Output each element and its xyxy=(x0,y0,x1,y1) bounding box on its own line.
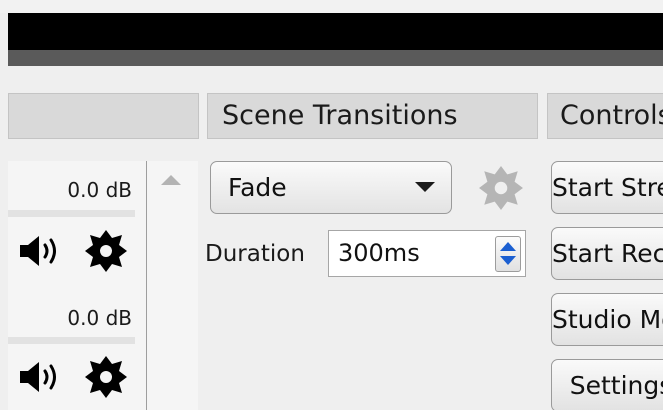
duration-value: 300ms xyxy=(338,239,420,267)
transition-select[interactable]: Fade xyxy=(210,161,452,214)
transitions-dock-title: Scene Transitions xyxy=(222,100,458,131)
gear-icon[interactable] xyxy=(82,353,130,401)
transition-properties-gear-icon[interactable] xyxy=(478,165,524,215)
controls-dock-title: Controls xyxy=(560,100,663,131)
gear-icon[interactable] xyxy=(82,227,130,275)
speaker-icon[interactable] xyxy=(16,231,64,271)
spin-down-arrow-icon[interactable] xyxy=(500,256,516,265)
app-window: Scene Transitions Controls 0.0 dB 0.0 dB… xyxy=(0,0,663,410)
channel-2-volume-meter[interactable] xyxy=(8,337,135,344)
spin-up-arrow-icon[interactable] xyxy=(500,242,516,251)
transitions-dock-header[interactable]: Scene Transitions xyxy=(207,93,538,139)
speaker-icon[interactable] xyxy=(16,357,64,397)
duration-label: Duration xyxy=(205,241,305,267)
settings-button[interactable]: Settings xyxy=(551,359,663,410)
duration-spinbox[interactable]: 300ms xyxy=(328,230,526,277)
channel-1-volume-meter[interactable] xyxy=(8,210,135,217)
scene-transitions-panel: Fade Duration 300ms xyxy=(205,161,537,410)
start-recording-button[interactable]: Start Recording xyxy=(551,227,663,280)
duration-stepper[interactable] xyxy=(495,236,521,272)
controls-panel: Start Streaming Start Recording Studio M… xyxy=(551,161,663,410)
studio-mode-button[interactable]: Studio Mode xyxy=(551,293,663,346)
start-streaming-button[interactable]: Start Streaming xyxy=(551,161,663,214)
channel-2-level: 0.0 dB xyxy=(67,306,132,330)
menu-bar xyxy=(8,50,663,66)
controls-dock-header[interactable]: Controls xyxy=(547,93,663,139)
desktop-strip xyxy=(0,0,663,13)
channel-1-level: 0.0 dB xyxy=(67,178,132,202)
chevron-down-icon xyxy=(415,182,435,192)
title-bar xyxy=(8,13,663,50)
mixer-dock-header[interactable] xyxy=(8,93,199,139)
mixer-channels: 0.0 dB 0.0 dB xyxy=(8,161,147,410)
mixer-scrollbar[interactable] xyxy=(147,161,198,410)
transition-select-value: Fade xyxy=(228,173,287,202)
dock-area: Scene Transitions Controls 0.0 dB 0.0 dB… xyxy=(8,66,663,410)
scroll-up-arrow-icon[interactable] xyxy=(161,175,181,185)
audio-mixer: 0.0 dB 0.0 dB xyxy=(8,161,198,410)
